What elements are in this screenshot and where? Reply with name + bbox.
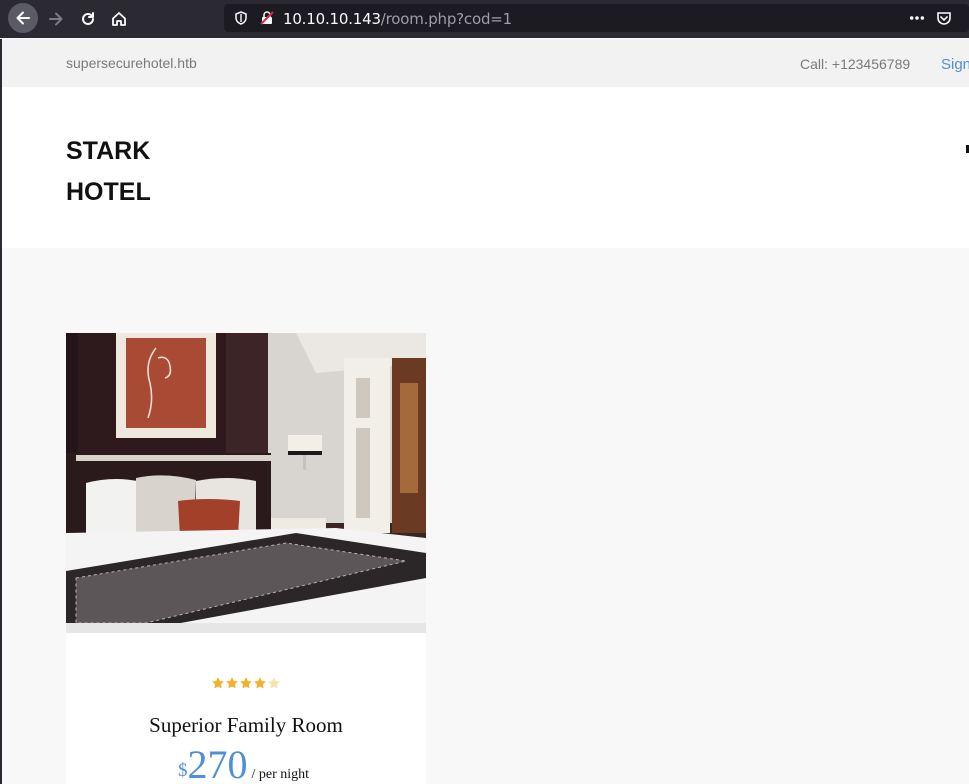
browser-toolbar: 10.10.10.143/room.php?cod=1 [0,0,969,38]
url-host: 10.10.10.143 [283,10,381,28]
top-info-bar: supersecurehotel.htb Call: +123456789 Si… [2,39,969,87]
price-per-night: / per night [251,767,310,782]
room-image [66,333,426,633]
reload-button[interactable] [74,5,102,33]
logo-line-2: HOTEL [66,178,151,206]
url-bar[interactable]: 10.10.10.143/room.php?cod=1 [224,4,969,32]
phone-number: Call: +123456789 [800,56,911,72]
site-header: STARK HOTEL [2,87,969,248]
home-icon [112,12,126,26]
star-filled-icon [254,677,266,689]
star-filled-icon [240,677,252,689]
logo-line-1: STARK [66,137,151,165]
url-text: 10.10.10.143/room.php?cod=1 [283,10,512,28]
url-path: /room.php?cod=1 [380,10,512,28]
home-button[interactable] [105,5,133,33]
site-logo[interactable]: STARK HOTEL [66,131,176,213]
forward-button[interactable] [42,5,70,33]
room-price: $270 / per night [178,741,309,784]
back-button[interactable] [8,3,38,33]
sign-in-link[interactable]: Sign [941,56,969,73]
insecure-lock-icon[interactable] [259,10,275,26]
rating-stars [211,676,281,690]
room-card: Superior Family Room $270 / per night [66,633,426,784]
more-icon[interactable] [909,10,925,26]
star-filled-icon [212,677,224,689]
star-empty-icon [268,677,280,689]
arrow-right-icon [49,12,63,26]
pocket-icon[interactable] [936,10,952,26]
price-currency: $ [178,760,188,781]
reload-icon [82,12,94,25]
room-photo [66,333,426,633]
site-domain: supersecurehotel.htb [66,55,197,71]
star-filled-icon [226,677,238,689]
arrow-left-icon [16,11,30,25]
price-amount: 270 [187,742,248,784]
shield-icon[interactable] [233,10,249,26]
room-title[interactable]: Superior Family Room [66,713,426,738]
